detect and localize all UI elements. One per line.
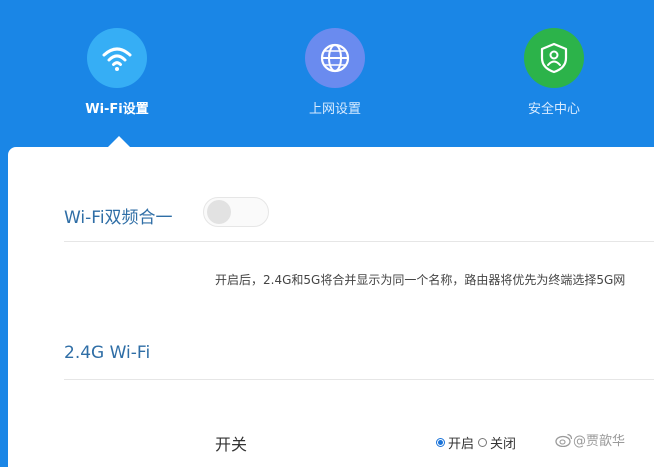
nav-item-security-center[interactable]: 安全中心: [494, 28, 614, 117]
wifi-24g-switch-radio-group: 开启 关闭: [436, 433, 520, 452]
radio-off[interactable]: 关闭: [478, 433, 516, 452]
wifi-24g-switch-label: 开关: [215, 435, 248, 454]
dual-band-note: 开启后，2.4G和5G将合并显示为同一个名称，路由器将优先为终端选择5G网: [215, 273, 626, 287]
globe-icon: [305, 28, 365, 88]
radio-on-label: 开启: [448, 437, 475, 452]
nav-item-wifi-settings[interactable]: Wi-Fi设置: [57, 28, 177, 117]
divider: [64, 241, 654, 242]
nav-label-wifi-settings: Wi-Fi设置: [85, 102, 149, 117]
nav-label-security-center: 安全中心: [527, 102, 580, 117]
nav-label-internet-settings: 上网设置: [308, 102, 361, 117]
shield-user-icon: [524, 28, 584, 88]
nav-item-internet-settings[interactable]: 上网设置: [275, 28, 395, 117]
watermark-text: @贾歆华: [573, 434, 626, 449]
dual-band-toggle[interactable]: [203, 197, 269, 227]
wifi-icon: [87, 28, 147, 88]
toggle-knob: [207, 200, 231, 224]
watermark: @贾歆华: [555, 430, 625, 449]
weibo-icon: [555, 433, 573, 447]
radio-off-indicator[interactable]: [478, 438, 488, 447]
radio-on[interactable]: 开启: [436, 433, 474, 452]
radio-on-indicator[interactable]: [436, 438, 445, 447]
divider: [64, 379, 654, 380]
dual-band-title: Wi-Fi双频合一: [64, 208, 173, 228]
top-navigation: Wi-Fi设置 上网设置 安全中心: [0, 0, 654, 148]
wifi-24g-title: 2.4G Wi-Fi: [64, 343, 151, 363]
radio-off-label: 关闭: [490, 437, 517, 452]
settings-panel: Wi-Fi双频合一 开启后，2.4G和5G将合并显示为同一个名称，路由器将优先为…: [8, 147, 654, 467]
